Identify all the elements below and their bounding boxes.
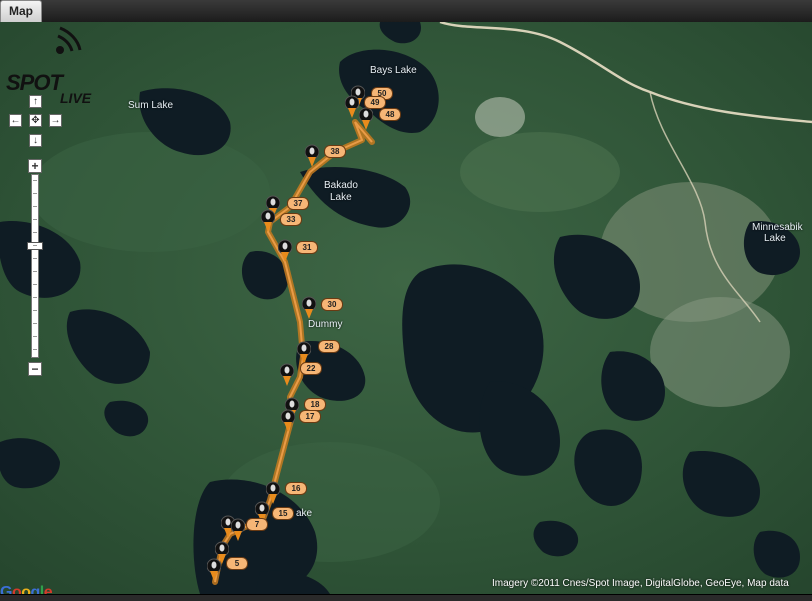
pan-up-button[interactable]: ↑ xyxy=(29,95,42,108)
lake-label-minnesabik-line2: Lake xyxy=(764,233,786,244)
live-logo-text: LIVE xyxy=(60,90,92,106)
zoom-tick xyxy=(33,206,37,207)
waypoint-label[interactable]: 48 xyxy=(379,108,401,121)
zoom-tick xyxy=(33,219,37,220)
waypoint-pin-icon[interactable] xyxy=(261,209,275,233)
waypoint-label[interactable]: 31 xyxy=(296,241,318,254)
lake-label-partial: ake xyxy=(296,508,313,519)
waypoint-label[interactable]: 37 xyxy=(287,197,309,210)
waypoint-label[interactable]: 5 xyxy=(226,557,248,570)
tab-bar: Map xyxy=(0,0,812,23)
waypoint-label[interactable]: 33 xyxy=(280,213,302,226)
waypoint-label[interactable]: 38 xyxy=(324,145,346,158)
waypoint-label[interactable]: 16 xyxy=(285,482,307,495)
google-logo-letter: o xyxy=(11,584,22,594)
waypoint-label[interactable]: 22 xyxy=(300,362,322,375)
zoom-tick xyxy=(33,284,37,285)
zoom-tick xyxy=(33,245,37,246)
tab-map[interactable]: Map xyxy=(0,0,42,22)
waypoint-pin-icon[interactable] xyxy=(305,144,319,168)
zoom-tick xyxy=(33,297,37,298)
zoom-in-button[interactable]: + xyxy=(28,159,42,173)
lake-label-bays: Bays Lake xyxy=(370,65,417,76)
zoom-tick xyxy=(33,180,37,181)
zoom-tick xyxy=(33,193,37,194)
waypoint-label[interactable]: 15 xyxy=(272,507,294,520)
waypoint-pin-icon[interactable] xyxy=(359,107,373,131)
google-logo-letter: e xyxy=(43,584,53,594)
google-logo-letter: o xyxy=(21,584,31,594)
zoom-slider-track[interactable] xyxy=(31,174,39,358)
waypoint-pin-icon[interactable] xyxy=(278,239,292,263)
satellite-imagery xyxy=(0,22,812,594)
waypoint-label[interactable]: 49 xyxy=(364,96,386,109)
pan-right-button[interactable]: → xyxy=(49,114,62,127)
zoom-tick xyxy=(33,258,37,259)
map-attribution: Imagery ©2011 Cnes/Spot Image, DigitalGl… xyxy=(492,578,789,589)
waypoint-label[interactable]: 28 xyxy=(318,340,340,353)
waypoint-pin-icon[interactable] xyxy=(302,296,316,320)
app-window: Map Bays Lake Sum Lake Bakado Lake Minne… xyxy=(0,0,812,601)
map-viewport[interactable]: Bays Lake Sum Lake Bakado Lake Minnesabi… xyxy=(0,22,812,594)
pan-left-button[interactable]: ← xyxy=(9,114,22,127)
lake-label-bakado-line1: Bakado xyxy=(324,180,358,191)
pan-down-button[interactable]: ↓ xyxy=(29,134,42,147)
zoom-tick xyxy=(33,271,37,272)
zoom-tick xyxy=(33,232,37,233)
waypoint-pin-icon[interactable] xyxy=(281,409,295,433)
lake-label-bakado-line2: Lake xyxy=(330,192,352,203)
google-logo-letter: g xyxy=(30,584,41,594)
zoom-tick xyxy=(33,336,37,337)
google-logo: Google xyxy=(0,584,53,594)
zoom-tick xyxy=(33,349,37,350)
lake-label-dummy: Dummy xyxy=(308,319,343,330)
waypoint-label[interactable]: 7 xyxy=(246,518,268,531)
waypoint-label[interactable]: 30 xyxy=(321,298,343,311)
google-logo-letter: G xyxy=(0,584,12,594)
pan-center-button[interactable]: ✥ xyxy=(29,114,42,127)
waypoint-pin-icon[interactable] xyxy=(345,95,359,119)
zoom-tick xyxy=(33,323,37,324)
zoom-slider-handle[interactable] xyxy=(27,242,43,250)
zoom-out-button[interactable]: − xyxy=(28,362,42,376)
lake-label-minnesabik-line1: Minnesabik xyxy=(752,222,803,233)
zoom-tick xyxy=(33,310,37,311)
lake-label-sum: Sum Lake xyxy=(128,100,174,111)
waypoint-pin-icon[interactable] xyxy=(280,363,294,387)
waypoint-pin-icon[interactable] xyxy=(231,518,245,542)
spot-logo-text: SPOT xyxy=(6,70,63,95)
waypoint-label[interactable]: 17 xyxy=(299,410,321,423)
